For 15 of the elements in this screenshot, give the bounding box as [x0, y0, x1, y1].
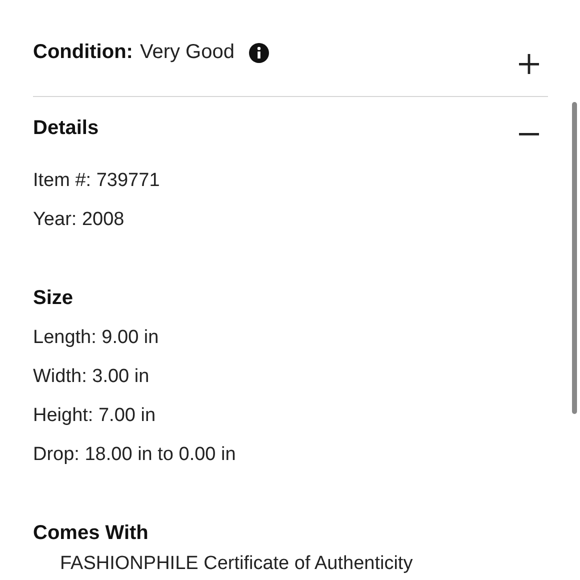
list-item: FASHIONPHILE Certificate of Authenticity	[59, 553, 414, 575]
plus-icon[interactable]	[518, 53, 540, 75]
group-heading: Comes With	[33, 521, 150, 546]
condition-value: Very Good	[140, 41, 234, 64]
detail-text: Item #: 739771	[33, 169, 161, 193]
group-heading: Size	[33, 286, 74, 311]
detail-text: Length: 9.00 in	[33, 326, 160, 350]
detail-text: Year: 2008	[33, 208, 126, 232]
section-title: Details	[33, 117, 99, 140]
section-title: Condition:	[33, 41, 133, 64]
detail-text: Width: 3.00 in	[33, 365, 150, 389]
detail-text: Height: 7.00 in	[33, 404, 157, 428]
info-icon[interactable]	[249, 42, 270, 62]
scrollbar[interactable]	[572, 102, 577, 414]
detail-text: Drop: 18.00 in to 0.00 in	[33, 443, 237, 467]
